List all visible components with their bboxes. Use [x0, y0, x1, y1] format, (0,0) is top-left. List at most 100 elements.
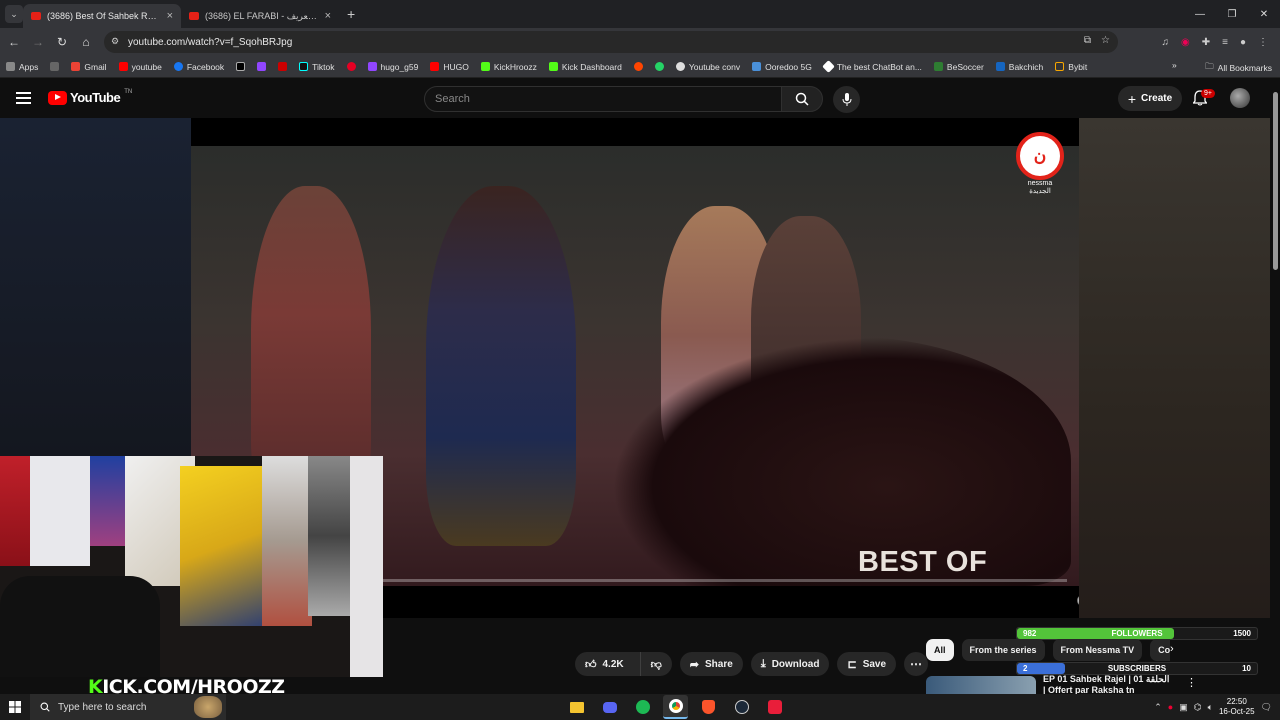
chip-from-channel[interactable]: From Nessma TV: [1052, 639, 1143, 661]
browser-tab[interactable]: (3686) EL FARABI - العريف - You ×: [181, 4, 339, 28]
bookmark-kickhroozz[interactable]: KickHroozz: [480, 62, 537, 72]
notifications-icon[interactable]: 🗨︎: [1261, 702, 1272, 713]
windows-logo-icon: [9, 701, 21, 713]
shield-icon: [278, 62, 288, 71]
more-icon[interactable]: ⋮: [1186, 676, 1197, 689]
network-icon[interactable]: ⌬: [1194, 702, 1202, 713]
tab-search-button[interactable]: ⌄: [5, 5, 23, 23]
save-button[interactable]: ⊏ Save: [837, 652, 897, 676]
app-tray-icon[interactable]: ▣: [1179, 702, 1188, 713]
close-window-button[interactable]: ✕: [1248, 0, 1280, 28]
profile-icon[interactable]: ●: [1240, 37, 1246, 48]
all-bookmarks-button[interactable]: 🗀 All Bookmarks: [1205, 61, 1272, 75]
discord-icon[interactable]: [597, 695, 622, 719]
bookmark-youtube[interactable]: youtube: [118, 62, 162, 72]
file-explorer-icon[interactable]: [564, 695, 589, 719]
restore-button[interactable]: ❐: [1216, 0, 1248, 28]
chevron-up-icon[interactable]: ⌃: [1154, 702, 1162, 713]
forward-button[interactable]: →: [26, 35, 50, 49]
close-tab-icon[interactable]: ×: [167, 10, 173, 22]
bookmark-pinterest[interactable]: [346, 62, 356, 71]
webcam-overlay: [0, 456, 383, 677]
minimize-button[interactable]: —: [1184, 0, 1216, 28]
bookmark-grid[interactable]: [50, 62, 60, 71]
extensions-area: ♫ ◉ ✚ ≡ ● ⋮: [1161, 28, 1280, 56]
youtube-logo[interactable]: YouTube TN: [48, 89, 132, 105]
bookmark-red[interactable]: [278, 62, 288, 71]
chip-from-series[interactable]: From the series: [961, 639, 1045, 661]
menu-icon[interactable]: [16, 92, 31, 104]
voice-search-button[interactable]: [833, 86, 860, 113]
bookmark-ooredoo[interactable]: Ooredoo 5G: [752, 62, 812, 72]
home-button[interactable]: ⌂: [74, 35, 98, 49]
chair: [0, 576, 160, 677]
extension-record-icon[interactable]: ◉: [1181, 37, 1190, 48]
twitch-icon: [367, 62, 377, 71]
download-button[interactable]: ⤓ Download: [750, 652, 830, 676]
taskbar-search-input[interactable]: Type here to search: [30, 694, 226, 720]
bookmark-tiktok[interactable]: Tiktok: [299, 62, 335, 72]
bookmark-reddit[interactable]: [633, 62, 643, 71]
clock[interactable]: 22:50 16-Oct-25: [1219, 697, 1255, 717]
reload-button[interactable]: ↻: [50, 35, 74, 49]
extension-icon[interactable]: ♫: [1161, 37, 1169, 48]
bookmark-star-icon[interactable]: ☆: [1101, 35, 1110, 46]
chrome-icon[interactable]: [663, 695, 688, 719]
bookmark-hugo-g59[interactable]: hugo_g59: [367, 62, 418, 72]
search-input[interactable]: Search: [424, 86, 782, 112]
more-icon: ⋯: [910, 657, 923, 671]
bookmark-twitch[interactable]: [257, 62, 267, 71]
bookmark-kick-dashboard[interactable]: Kick Dashboard: [548, 62, 622, 72]
back-button[interactable]: ←: [2, 35, 26, 49]
steam-icon[interactable]: [729, 695, 754, 719]
chip-more[interactable]: Co: [1150, 639, 1170, 661]
streaming-app-icon[interactable]: [762, 695, 787, 719]
start-button[interactable]: [0, 701, 30, 713]
bookmark-apps[interactable]: Apps: [6, 62, 38, 72]
avatar[interactable]: [1230, 88, 1250, 108]
browser-tab-active[interactable]: (3686) Best Of Sahbek Rajel II J ×: [23, 4, 181, 28]
bookmark-besoccer[interactable]: BeSoccer: [933, 62, 984, 72]
bookmark-gmail[interactable]: Gmail: [71, 62, 107, 72]
close-tab-icon[interactable]: ×: [325, 10, 331, 22]
create-button[interactable]: + Create: [1118, 86, 1182, 111]
brave-icon[interactable]: [696, 695, 721, 719]
bookmark-chatbot[interactable]: The best ChatBot an...: [821, 60, 922, 73]
bookmark-bakchich[interactable]: Bakchich: [995, 62, 1043, 72]
bookmark-hugo[interactable]: HUGO: [430, 62, 469, 72]
bookmarks-overflow-icon[interactable]: »: [1172, 60, 1177, 70]
bookmark-x[interactable]: [236, 62, 246, 71]
followers-target: 1500: [1233, 629, 1251, 638]
like-button[interactable]: 👍︎ 4.2K: [575, 652, 634, 676]
browser-menu-icon[interactable]: ⋮: [1258, 37, 1268, 48]
share-button[interactable]: ➦ Share: [679, 652, 743, 676]
video-actions: 👍︎ 4.2K 👎︎ ➦ Share ⤓ Download ⊏ Save ⋯: [575, 652, 929, 676]
chip-all[interactable]: All: [926, 639, 954, 661]
install-app-icon[interactable]: ⧉: [1084, 35, 1091, 46]
dislike-button[interactable]: 👎︎: [639, 652, 672, 676]
autoplay-toggle[interactable]: [1077, 590, 1079, 610]
youtube-play-icon: [48, 90, 67, 105]
windows-taskbar: Type here to search ⌃ ● ▣ ⌬ 🔈︎ 22:50 16-…: [0, 694, 1280, 720]
bookmark-facebook[interactable]: Facebook: [173, 62, 224, 72]
window-controls: — ❐ ✕: [1184, 0, 1280, 28]
extensions-puzzle-icon[interactable]: ✚: [1202, 37, 1210, 48]
volume-icon[interactable]: 🔈︎: [1208, 702, 1213, 713]
bookmark-whatsapp[interactable]: [654, 62, 664, 71]
bookmark-icon: ⊏: [847, 658, 857, 671]
thumbs-up-icon: 👍︎: [585, 658, 597, 671]
reading-list-icon[interactable]: ≡: [1222, 37, 1228, 48]
record-indicator-icon[interactable]: ●: [1168, 702, 1173, 712]
spotify-icon[interactable]: [630, 695, 655, 719]
bookmark-youtube-conv[interactable]: Youtube conv: [675, 62, 740, 72]
scrollbar-thumb[interactable]: [1273, 92, 1278, 270]
site-info-icon[interactable]: ⚙: [111, 36, 119, 47]
recommendation-title[interactable]: EP 01 Sahbek Rajel | 01 الحلقة | Offert …: [1043, 674, 1183, 696]
folder-icon: 🗀: [1205, 61, 1214, 71]
url-field[interactable]: ⚙ youtube.com/watch?v=f_SqohBRJpg ⧉ ☆: [104, 31, 1118, 53]
bookmark-bybit[interactable]: Bybit: [1055, 62, 1087, 72]
chevron-right-icon[interactable]: ›: [1170, 643, 1174, 655]
search-button[interactable]: [781, 86, 823, 112]
more-actions-button[interactable]: ⋯: [904, 652, 929, 676]
new-tab-button[interactable]: +: [347, 6, 355, 22]
